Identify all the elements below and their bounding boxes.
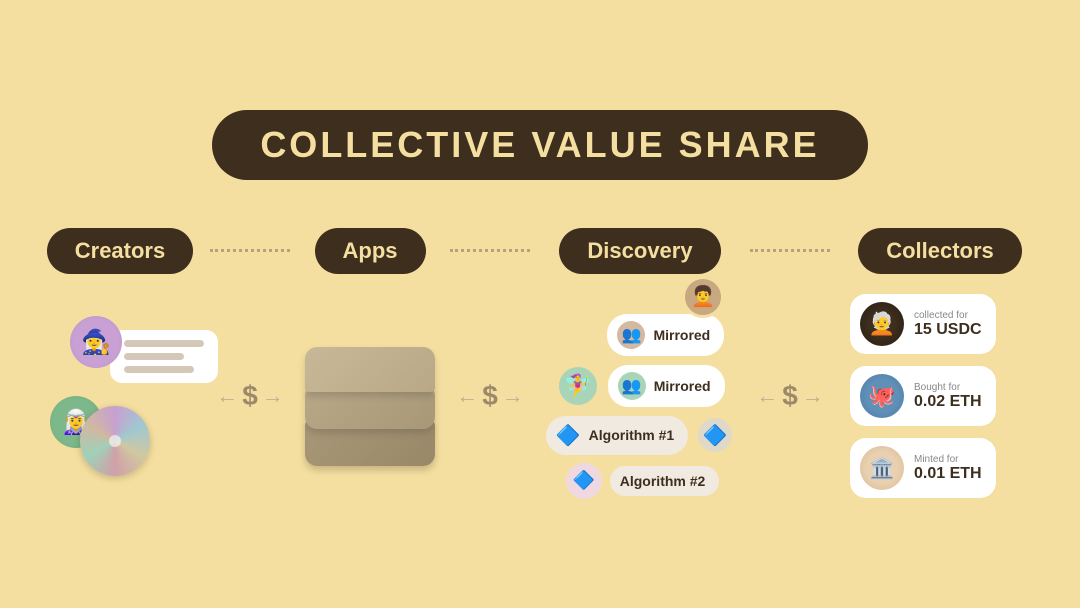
connector-3 [750, 249, 830, 252]
creators-label-container: Creators [30, 228, 210, 274]
collector-info-2: Bought for 0.02 ETH [914, 382, 982, 411]
collectors-content: 🧑‍🦳 collected for 15 USDC 🐙 Bought for 0… [830, 294, 1050, 498]
app-stack [305, 347, 435, 466]
discovery-content: 🧑‍🦱 👥 Mirrored 🧚‍♀️ 👥 Mirrored 🔷 Algorit… [530, 294, 750, 499]
creator-text-bubble [110, 330, 218, 383]
collector-item-2: 🐙 Bought for 0.02 ETH [850, 366, 996, 426]
main-title: COLLECTIVE VALUE SHARE [212, 110, 867, 180]
dollar-connector-2: ← $ → [450, 380, 530, 412]
discovery-item-algo-1: 🔷 Algorithm #1 [546, 416, 688, 455]
collector-avatar-img-2: 🐙 [860, 374, 904, 418]
collector-avatar-1: 🧑‍🦳 [860, 302, 904, 346]
discovery-label: Discovery [559, 228, 720, 274]
apps-content [290, 327, 450, 466]
collector-items-list: 🧑‍🦳 collected for 15 USDC 🐙 Bought for 0… [850, 294, 1030, 498]
creator-disc [80, 406, 150, 476]
mirrored-1-label: Mirrored [653, 327, 710, 343]
apps-label-container: Apps [290, 228, 450, 274]
collector-info-1: collected for 15 USDC [914, 310, 982, 339]
dollar-connector-3: ← $ → [750, 380, 830, 412]
dollar-sign-2: ← $ → [456, 380, 524, 412]
arrow-right-1: → [262, 383, 284, 409]
collector-label-3: Minted for [914, 454, 982, 465]
algo-1-label: Algorithm #1 [589, 427, 675, 443]
algo-2-group: 🔷 Algorithm #2 [566, 463, 720, 499]
creators-label: Creators [47, 228, 193, 274]
algo-1-group: 🔷 Algorithm #1 🔷 [546, 416, 734, 455]
creators-content: 🧙‍♀️ 🧝‍♀️ [30, 316, 210, 476]
dollar-sign-3: ← $ → [756, 380, 824, 412]
dollar-2: $ [482, 380, 498, 412]
dollar-sign-1: ← $ → [216, 380, 284, 412]
discovery-label-container: Discovery [530, 228, 750, 274]
text-line-3 [124, 366, 194, 373]
arrow-left-1: ← [216, 383, 238, 409]
collector-item-3: 🏛️ Minted for 0.01 ETH [850, 438, 996, 498]
mirrored-1-icon: 👥 [617, 321, 645, 349]
mirrored-2-avatar: 🧚‍♀️ [556, 364, 600, 408]
algo-2-label: Algorithm #2 [620, 473, 706, 489]
mirrored-2-label: Mirrored [654, 378, 711, 394]
collector-value-3: 0.01 ETH [914, 465, 982, 483]
algo-1-avatar: 🔷 [696, 416, 734, 454]
collector-info-3: Minted for 0.01 ETH [914, 454, 982, 483]
discovery-item-algo-2: Algorithm #2 [610, 466, 720, 496]
collector-label-2: Bought for [914, 382, 982, 393]
discovery-item-mirrored-1: 👥 Mirrored [607, 314, 724, 356]
apps-label: Apps [315, 228, 426, 274]
mirrored-2-icon: 👥 [618, 372, 646, 400]
stack-layer-1 [305, 347, 435, 392]
creator-avatars-group: 🧙‍♀️ 🧝‍♀️ [50, 316, 190, 476]
arrow-left-2: ← [456, 383, 478, 409]
connector-2 [450, 249, 530, 252]
dollar-1: $ [242, 380, 258, 412]
discovery-item-mirrored-2: 👥 Mirrored [608, 365, 725, 407]
collector-avatar-img-3: 🏛️ [860, 446, 904, 490]
collectors-label: Collectors [858, 228, 1022, 274]
collector-avatar-3: 🏛️ [860, 446, 904, 490]
mirrored-2-group: 🧚‍♀️ 👥 Mirrored [556, 364, 725, 408]
collector-avatar-2: 🐙 [860, 374, 904, 418]
algo-1-icon: 🔷 [556, 423, 581, 448]
collectors-label-container: Collectors [830, 228, 1050, 274]
collector-label-1: collected for [914, 310, 982, 321]
algo-2-icon-circle: 🔷 [566, 463, 602, 499]
collector-value-2: 0.02 ETH [914, 393, 982, 411]
text-line-2 [124, 353, 184, 360]
disc-center [109, 435, 121, 447]
arrow-right-3: → [802, 383, 824, 409]
connector-1 [210, 249, 290, 252]
dollar-3: $ [782, 380, 798, 412]
dollar-connector-1: ← $ → [210, 380, 290, 412]
collector-value-1: 15 USDC [914, 321, 982, 339]
discovery-wrapper: 🧑‍🦱 👥 Mirrored 🧚‍♀️ 👥 Mirrored 🔷 Algorit… [546, 294, 734, 499]
collector-item-1: 🧑‍🦳 collected for 15 USDC [850, 294, 996, 354]
creator-avatar-1: 🧙‍♀️ [70, 316, 122, 368]
arrow-left-3: ← [756, 383, 778, 409]
discovery-floating-avatar: 🧑‍🦱 [682, 276, 724, 318]
text-line-1 [124, 340, 204, 347]
arrow-right-2: → [502, 383, 524, 409]
collector-avatar-img-1: 🧑‍🦳 [860, 302, 904, 346]
